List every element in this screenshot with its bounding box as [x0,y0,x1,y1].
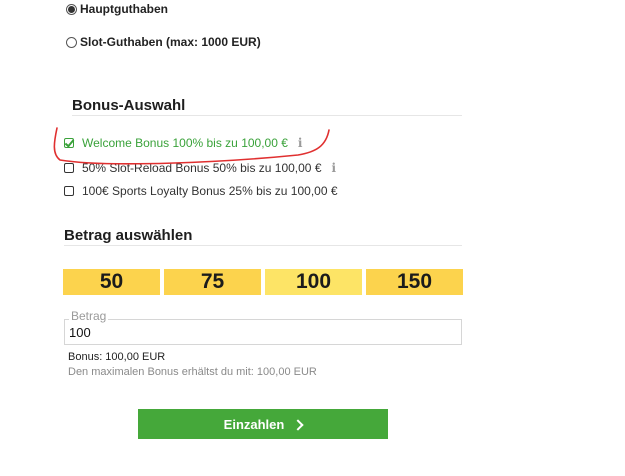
bonus-option-sports-loyalty[interactable]: 100€ Sports Loyalty Bonus 25% bis zu 100… [64,184,338,198]
amount-section-title: Betrag auswählen [64,227,193,244]
radio-option-main-balance[interactable]: Hauptguthaben [66,2,168,16]
radio-button-slot-balance[interactable] [66,36,77,48]
bonus-section-divider [72,115,462,116]
amount-input[interactable] [65,320,461,344]
max-bonus-text: Den maximalen Bonus erhältst du mit: 100… [68,366,317,378]
amount-preset-100[interactable]: 100 [265,269,362,295]
radio-label-main-balance: Hauptguthaben [80,2,168,16]
amount-section-divider [64,245,462,246]
radio-button-main-balance[interactable] [66,3,77,15]
radio-label-slot-balance: Slot-Guthaben (max: 1000 EUR) [80,35,261,49]
checkbox-sports-loyalty-bonus[interactable] [64,186,74,196]
bonus-section-title: Bonus-Auswahl [72,97,186,114]
amount-preset-75[interactable]: 75 [164,269,261,295]
chevron-right-icon [292,418,305,431]
amount-field-label: Betrag [69,309,109,323]
amount-preset-150[interactable]: 150 [366,269,463,295]
amount-field[interactable] [64,319,462,345]
deposit-button[interactable]: Einzahlen [138,409,388,439]
annotation-underline [53,127,330,165]
bonus-label-sports-loyalty: 100€ Sports Loyalty Bonus 25% bis zu 100… [82,184,338,198]
deposit-button-label: Einzahlen [223,416,285,432]
radio-option-slot-balance[interactable]: Slot-Guthaben (max: 1000 EUR) [66,35,261,49]
amount-preset-50[interactable]: 50 [63,269,160,295]
bonus-amount-text: Bonus: 100,00 EUR [68,351,166,363]
